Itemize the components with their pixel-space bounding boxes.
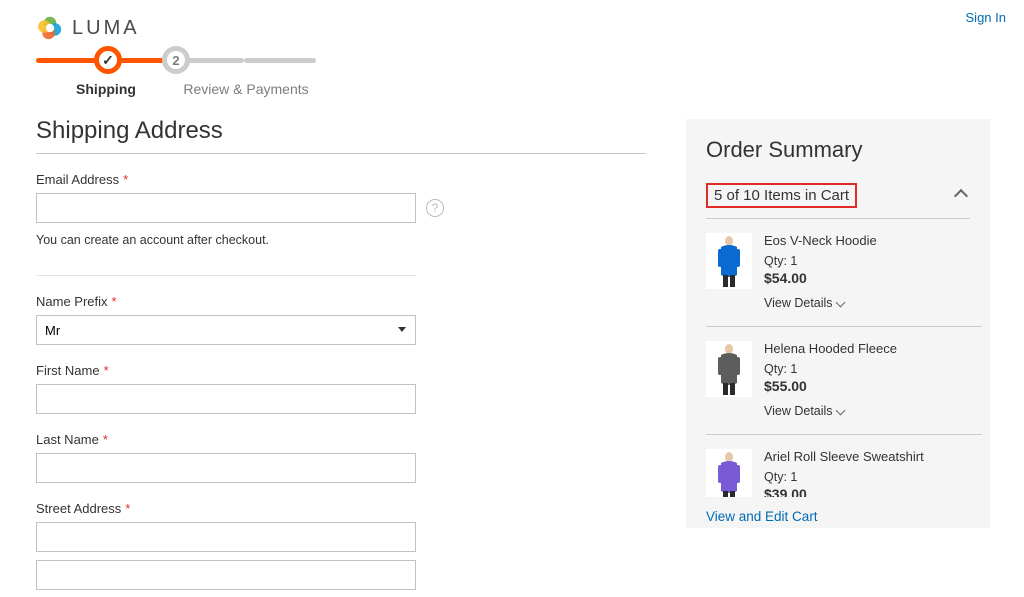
cart-item: Helena Hooded Fleece Qty: 1 $55.00 View … xyxy=(706,326,982,434)
sign-in-link[interactable]: Sign In xyxy=(966,10,1006,25)
order-summary: Order Summary 5 of 10 Items in Cart Eos … xyxy=(686,119,990,528)
last-name-label: Last Name* xyxy=(36,432,646,447)
order-summary-title: Order Summary xyxy=(686,137,990,173)
first-name-label: First Name* xyxy=(36,363,646,378)
product-name: Helena Hooded Fleece xyxy=(764,341,982,356)
view-edit-cart-link[interactable]: View and Edit Cart xyxy=(706,509,818,524)
last-name-input[interactable] xyxy=(36,453,416,483)
view-details-toggle[interactable]: View Details xyxy=(764,404,982,418)
street-input-1[interactable] xyxy=(36,522,416,552)
chevron-down-icon xyxy=(835,405,845,415)
step-label-shipping: Shipping xyxy=(36,81,176,97)
logo-icon xyxy=(36,14,64,42)
product-thumb xyxy=(706,233,752,289)
product-price: $55.00 xyxy=(764,378,982,394)
step-1-node xyxy=(94,46,122,74)
help-icon[interactable]: ? xyxy=(426,199,444,217)
first-name-input[interactable] xyxy=(36,384,416,414)
checkout-progress xyxy=(0,58,1024,63)
product-name: Ariel Roll Sleeve Sweatshirt xyxy=(764,449,982,464)
product-qty: Qty: 1 xyxy=(764,254,982,268)
cart-item: Ariel Roll Sleeve Sweatshirt Qty: 1 $39.… xyxy=(706,434,982,497)
email-hint: You can create an account after checkout… xyxy=(36,233,646,247)
chevron-down-icon xyxy=(835,297,845,307)
page-title: Shipping Address xyxy=(36,117,646,154)
cart-items-list[interactable]: Eos V-Neck Hoodie Qty: 1 $54.00 View Det… xyxy=(686,219,986,497)
street-label: Street Address* xyxy=(36,501,646,516)
product-price: $54.00 xyxy=(764,270,982,286)
product-qty: Qty: 1 xyxy=(764,470,982,484)
chevron-up-icon xyxy=(954,188,968,202)
cart-count-badge: 5 of 10 Items in Cart xyxy=(706,183,857,208)
email-label: Email Address* xyxy=(36,172,646,187)
view-details-toggle[interactable]: View Details xyxy=(764,296,982,310)
street-input-2[interactable] xyxy=(36,560,416,590)
product-price: $39.00 xyxy=(764,486,982,497)
product-thumb xyxy=(706,341,752,397)
product-qty: Qty: 1 xyxy=(764,362,982,376)
cart-items-toggle[interactable]: 5 of 10 Items in Cart xyxy=(686,173,990,218)
prefix-select[interactable]: Mr xyxy=(36,315,416,345)
step-label-review: Review & Payments xyxy=(176,81,316,97)
cart-item: Eos V-Neck Hoodie Qty: 1 $54.00 View Det… xyxy=(706,219,982,326)
product-name: Eos V-Neck Hoodie xyxy=(764,233,982,248)
prefix-label: Name Prefix* xyxy=(36,294,646,309)
product-thumb xyxy=(706,449,752,497)
divider xyxy=(36,275,416,276)
email-input[interactable] xyxy=(36,193,416,223)
step-2-node xyxy=(162,46,190,74)
brand-name: LUMA xyxy=(72,17,140,40)
